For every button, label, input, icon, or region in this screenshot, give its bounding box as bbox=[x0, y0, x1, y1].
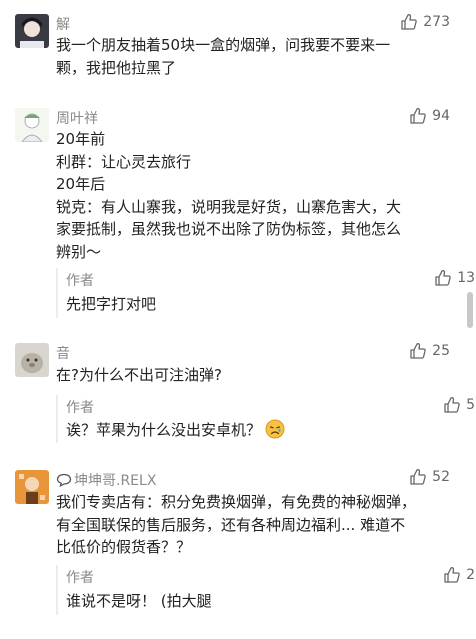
like-count: 273 bbox=[423, 14, 450, 30]
author-reply: 作者 59 诶？苹果为什么没出安卓机？ bbox=[56, 395, 476, 443]
reply-text: 诶？苹果为什么没出安卓机？ bbox=[66, 419, 285, 440]
like-count: 25 bbox=[432, 343, 450, 359]
reply-author-name[interactable]: 作者 bbox=[66, 270, 94, 290]
avatar[interactable] bbox=[15, 108, 49, 142]
like-button[interactable]: 21 bbox=[442, 565, 476, 585]
like-button[interactable]: 94 bbox=[408, 106, 450, 126]
like-button[interactable]: 136 bbox=[433, 268, 476, 288]
thumbs-up-icon bbox=[410, 343, 426, 359]
sad-face-emoji-icon bbox=[265, 419, 285, 439]
comment-text: 20年前 利群：让心灵去旅行 20年后 锐克：有人山寨我，说明我是好货，山寨危害… bbox=[56, 130, 402, 261]
comment-text: 我一个朋友抽着50块一盒的烟弹，问我要不要来一 颗，我把他拉黑了 bbox=[56, 36, 391, 77]
like-count: 59 bbox=[466, 397, 476, 413]
like-button[interactable]: 52 bbox=[408, 467, 450, 487]
commenter-name[interactable]: 周叶祥 bbox=[56, 108, 98, 128]
reply-author-name[interactable]: 作者 bbox=[66, 397, 94, 417]
like-button[interactable]: 59 bbox=[442, 395, 476, 415]
thumbs-up-icon bbox=[444, 397, 460, 413]
thumbs-up-icon bbox=[435, 270, 452, 286]
thumbs-up-icon bbox=[410, 108, 426, 124]
avatar[interactable] bbox=[15, 470, 49, 504]
reply-text: 先把字打对吧 bbox=[66, 295, 157, 313]
like-button[interactable]: 273 bbox=[399, 12, 450, 32]
avatar[interactable] bbox=[15, 343, 49, 377]
commenter-name[interactable]: 坤坤哥.RELX bbox=[56, 470, 156, 490]
reply-text: 谁说不是呀！ (拍大腿 bbox=[66, 592, 212, 610]
comment-text: 我们专卖店有：积分免费换烟弹，有免费的神秘烟弹， 有全国联保的售后服务，还有各种… bbox=[56, 493, 417, 556]
author-reply: 作者 21 谁说不是呀！ (拍大腿 bbox=[56, 565, 476, 615]
like-count: 21 bbox=[466, 567, 476, 583]
like-count: 52 bbox=[432, 469, 450, 485]
reply-author-name[interactable]: 作者 bbox=[66, 567, 94, 587]
like-button[interactable]: 25 bbox=[408, 341, 450, 361]
chat-bubble-icon bbox=[56, 473, 72, 487]
comment-text: 在?为什么不出可注油弹? bbox=[56, 366, 222, 384]
thumbs-up-icon bbox=[401, 14, 418, 30]
scrollbar-thumb[interactable] bbox=[467, 292, 473, 328]
thumbs-up-icon bbox=[444, 567, 460, 583]
like-count: 136 bbox=[457, 270, 476, 286]
thumbs-up-icon bbox=[410, 469, 426, 485]
author-reply: 作者 136 先把字打对吧 bbox=[56, 268, 476, 318]
commenter-name[interactable]: 音 bbox=[56, 343, 70, 363]
commenter-name[interactable]: 解 bbox=[56, 14, 70, 34]
like-count: 94 bbox=[432, 108, 450, 124]
avatar[interactable] bbox=[15, 14, 49, 48]
